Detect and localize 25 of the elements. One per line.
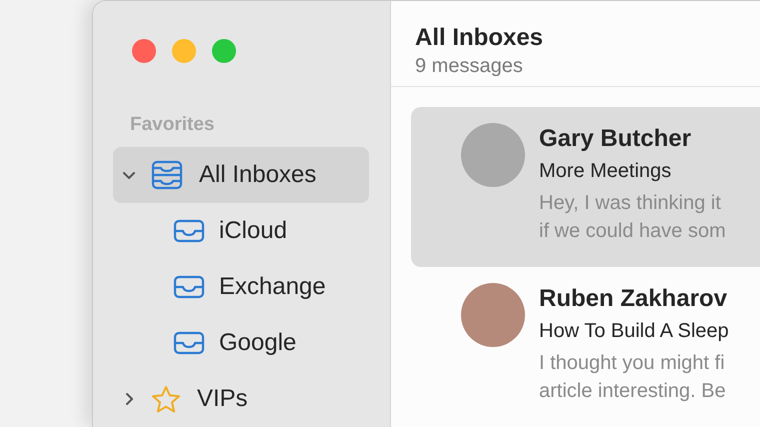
message-preview: I thought you might fi [539, 351, 725, 376]
minimize-button[interactable] [172, 39, 196, 63]
sender-name: Ruben Zakharov [539, 284, 728, 314]
sender-name: Gary Butcher [539, 124, 692, 154]
inbox-tray-icon [173, 219, 205, 243]
sidebar-item[interactable]: All Inboxes [113, 147, 369, 203]
section-heading: Favorites [130, 113, 214, 137]
message-count: 9 messages [415, 54, 523, 79]
stacked-trays-icon [151, 160, 183, 190]
message-preview: Hey, I was thinking it [539, 191, 721, 216]
close-button[interactable] [132, 39, 156, 63]
message-preview: if we could have som [539, 219, 726, 244]
sidebar-item[interactable]: Google [113, 315, 369, 371]
message-subject: How To Build A Sleep [539, 319, 729, 344]
sidebar-item[interactable]: VIPs [113, 371, 369, 427]
inbox-tray-icon [173, 331, 205, 355]
mailbox-title: All Inboxes [415, 23, 544, 53]
sidebar-item[interactable]: iCloud [113, 203, 369, 259]
sidebar-item[interactable]: Exchange [113, 259, 369, 315]
inbox-tray-icon [173, 275, 205, 299]
message-row[interactable]: Gary Butcher More Meetings Hey, I was thinking it if we could have som [411, 107, 760, 267]
star-icon [151, 384, 181, 414]
zoom-button[interactable] [212, 39, 236, 63]
message-preview: article interesting. Be [539, 379, 726, 404]
message-subject: More Meetings [539, 159, 672, 184]
